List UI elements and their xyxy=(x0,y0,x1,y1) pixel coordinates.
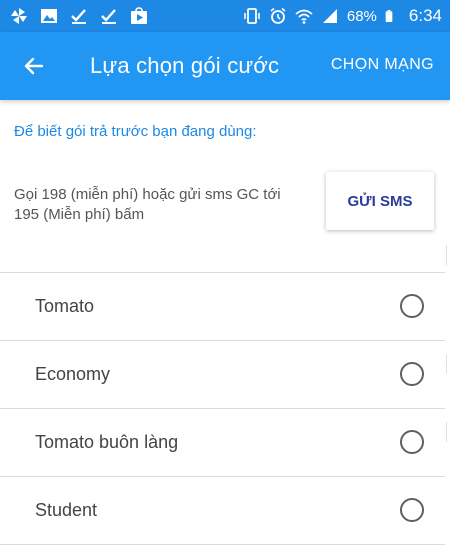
plan-item-student[interactable]: Student xyxy=(0,477,445,545)
alarm-icon xyxy=(270,7,286,24)
check-download-icon xyxy=(71,9,86,24)
status-left-icons xyxy=(10,7,148,25)
arrow-back-icon xyxy=(24,57,44,75)
pinwheel-icon xyxy=(11,8,27,24)
clock: 6:34 xyxy=(408,6,442,25)
plan-label: Student xyxy=(35,500,98,520)
status-bar: 68% 6:34 xyxy=(0,0,450,32)
radio-button[interactable] xyxy=(400,430,424,454)
vibrate-icon xyxy=(244,8,260,24)
page-title: Lựa chọn gói cước xyxy=(90,53,280,78)
plan-label: Tomato xyxy=(35,296,95,316)
battery-percent: 68% xyxy=(346,7,377,25)
sms-description: Gọi 198 (miễn phí) hoặc gửi sms GC tới 1… xyxy=(14,186,281,223)
app-bar: Lựa chọn gói cước CHỌN MẠNG xyxy=(0,32,450,100)
edge-divider xyxy=(446,245,447,265)
plan-item-economy[interactable]: Economy xyxy=(0,341,445,409)
check-download-icon xyxy=(101,9,116,24)
plan-label: Economy xyxy=(35,364,111,384)
play-store-icon xyxy=(131,7,147,24)
signal-icon xyxy=(322,9,337,23)
plan-list: Tomato Economy Tomato buôn làng Student xyxy=(0,273,445,545)
wifi-icon xyxy=(295,9,313,24)
plan-item-tomato[interactable]: Tomato xyxy=(0,273,445,341)
status-right-icons: 68% 6:34 xyxy=(243,6,442,26)
info-heading: Để biết gói trả trước bạn đang dùng: xyxy=(14,123,257,140)
radio-button[interactable] xyxy=(400,294,424,318)
battery-icon xyxy=(385,10,393,22)
choose-network-button[interactable]: CHỌN MẠNG xyxy=(331,56,434,74)
plan-item-tomato-buon-lang[interactable]: Tomato buôn làng xyxy=(0,409,445,477)
send-sms-button[interactable]: GỬI SMS xyxy=(326,172,434,230)
edge-divider xyxy=(446,354,447,374)
image-icon xyxy=(41,9,57,23)
edge-divider xyxy=(446,422,447,442)
back-button[interactable] xyxy=(16,48,52,84)
plan-label: Tomato buôn làng xyxy=(35,432,179,452)
radio-button[interactable] xyxy=(400,362,424,386)
radio-button[interactable] xyxy=(400,498,424,522)
